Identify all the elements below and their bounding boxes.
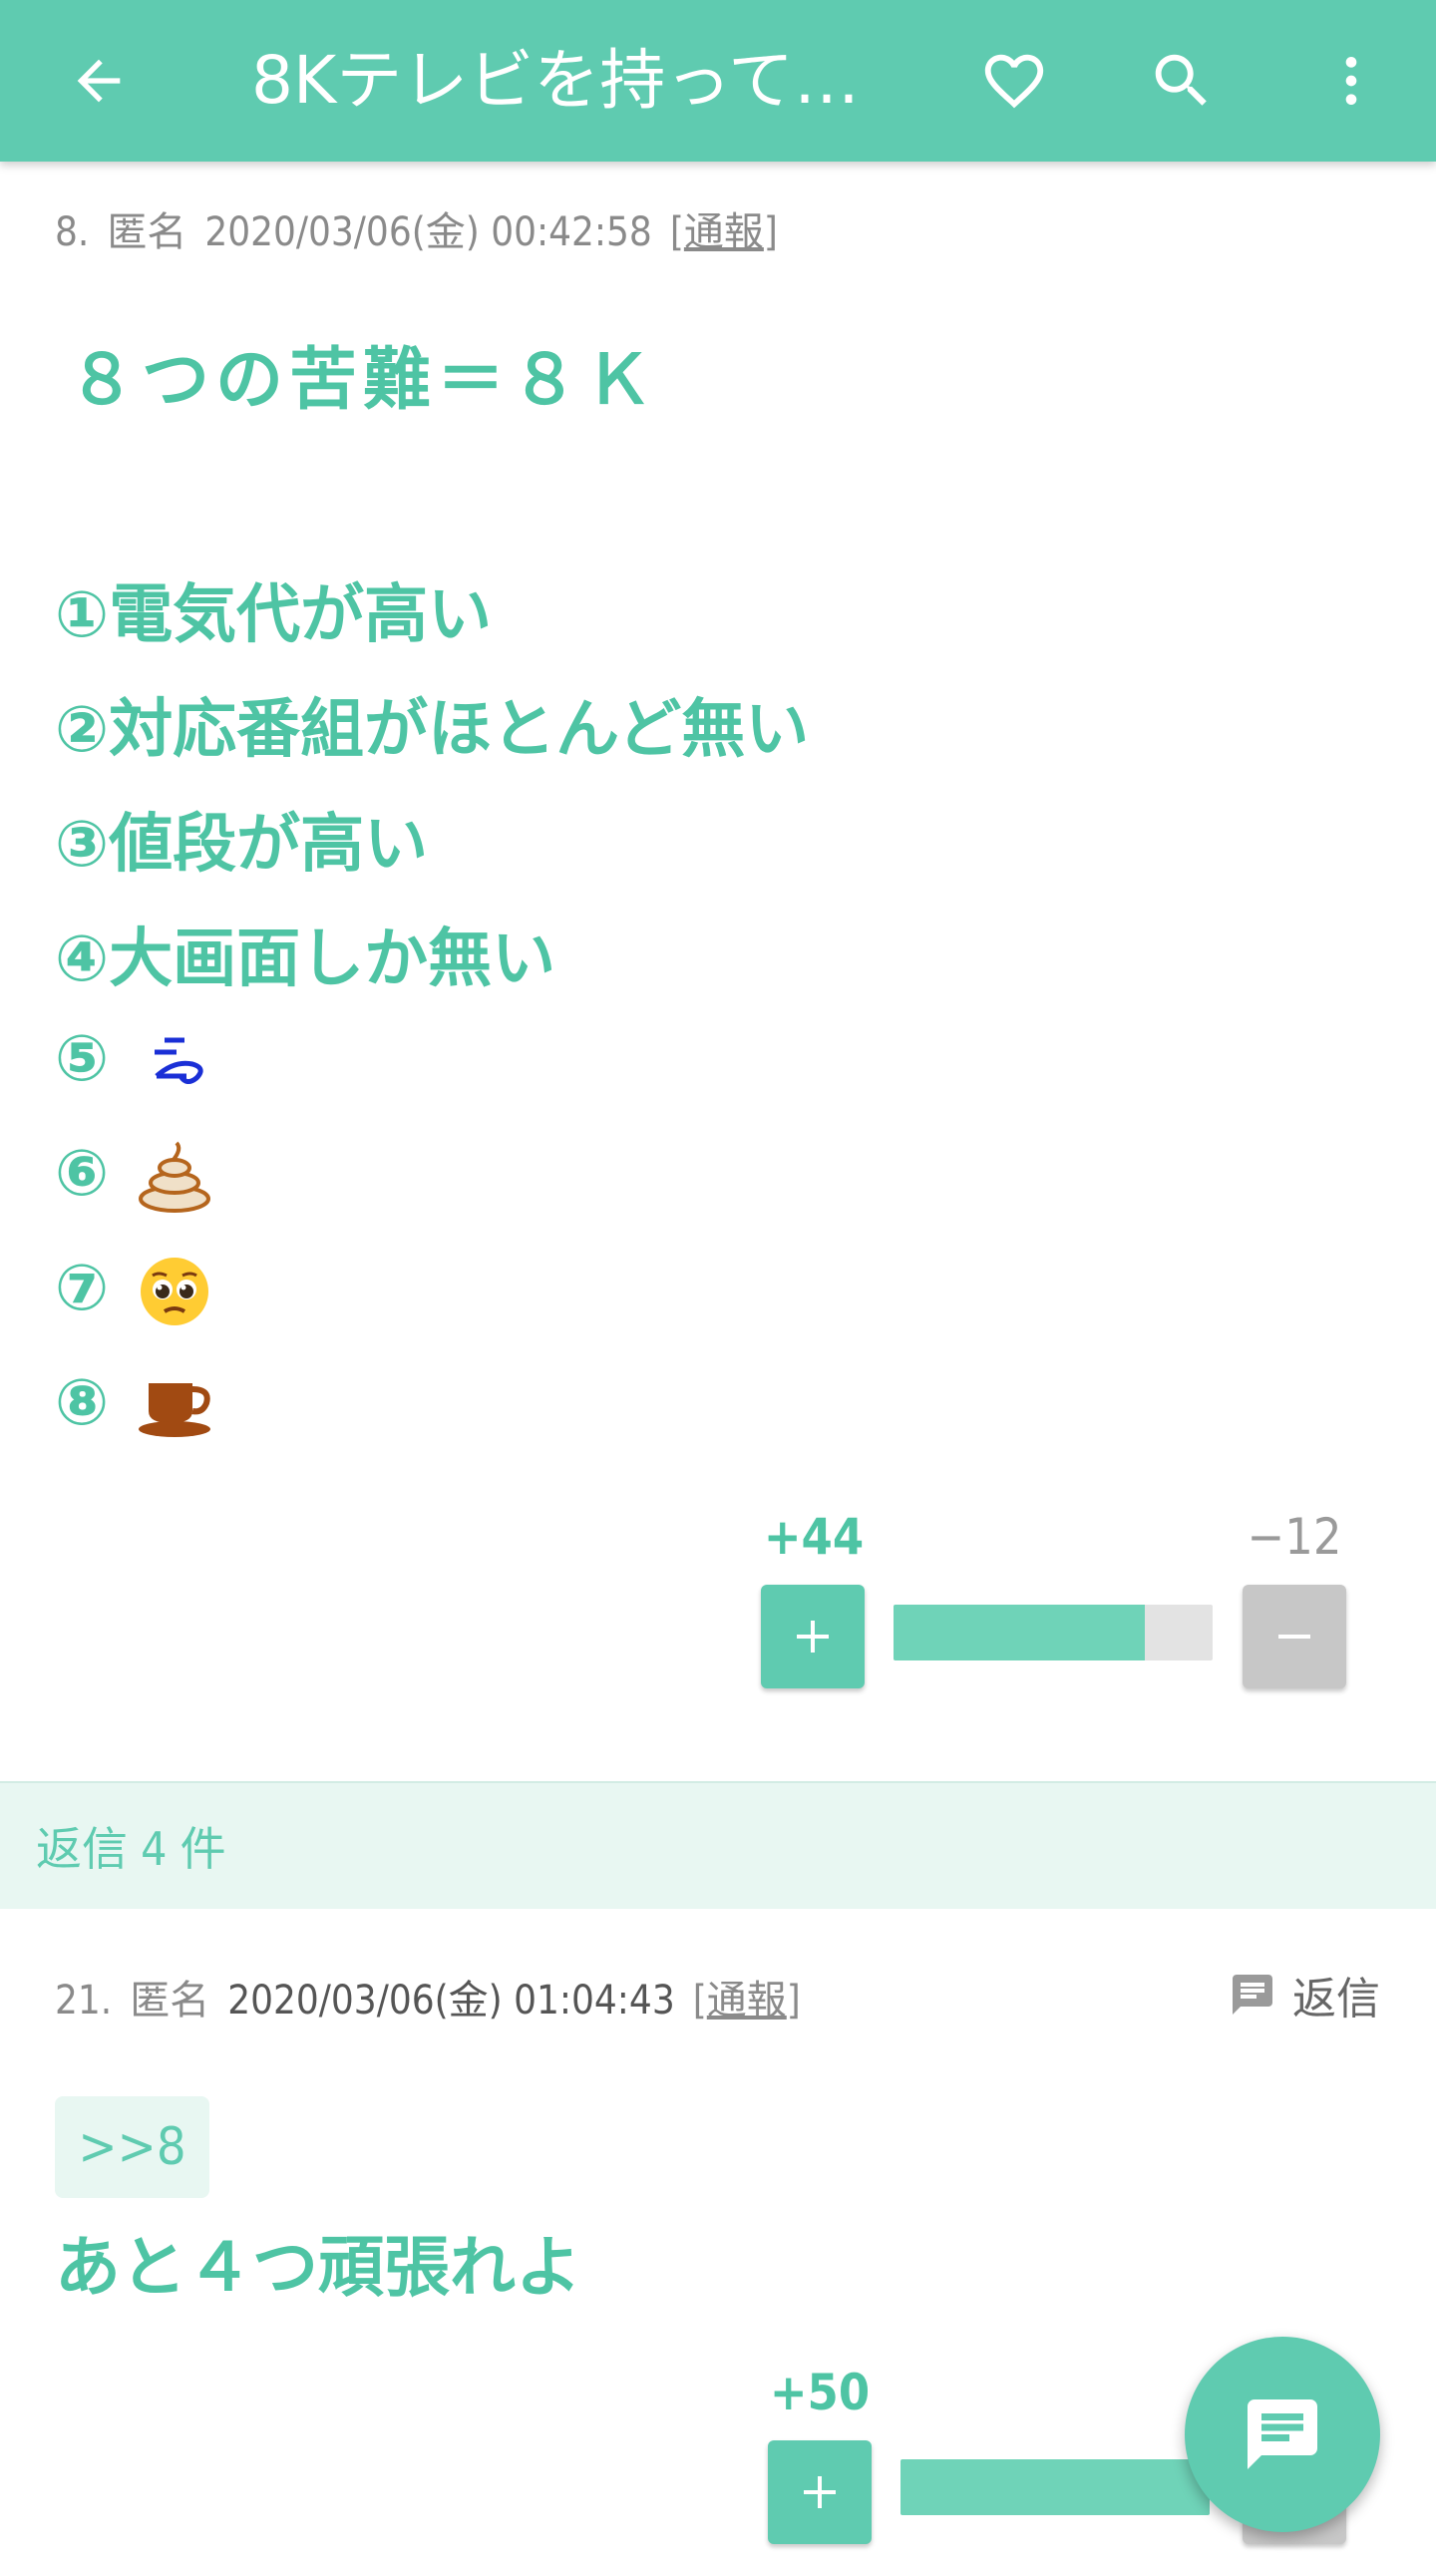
pleading-face-icon (141, 1258, 209, 1326)
app-header: 8Kテレビを持って… (0, 0, 1436, 162)
coffee-cup-icon (139, 1383, 211, 1438)
post-number: 8. (55, 209, 90, 255)
post-line-7: ⑦ (55, 1252, 212, 1329)
post-line-6-label: ⑥ (55, 1137, 110, 1211)
replies-label: 返信 4 件 (36, 1822, 226, 1876)
more-vertical-icon (1345, 57, 1357, 105)
post-line-2: ②対応番組がほとんど無い (55, 693, 810, 767)
reply-button[interactable]: 返信 (1229, 1963, 1380, 2026)
reply-report-link[interactable]: 通報 (707, 1978, 787, 2024)
heart-outline-icon (984, 54, 1044, 109)
plus-count: +44 (763, 1508, 865, 1566)
post-meta: 8. 匿名 2020/03/06(金) 00:42:58 [通報] (55, 199, 796, 257)
reply-vote-ratio-bar (900, 2459, 1210, 2515)
post-line-6: ⑥ (55, 1137, 212, 1215)
page-title: 8Kテレビを持って… (251, 42, 860, 119)
reply-body: あと４つ頑張れよ (55, 2229, 581, 2306)
post-line-8-label: ⑧ (55, 1366, 110, 1440)
minus-count: −12 (1247, 1508, 1342, 1566)
upvote-button[interactable] (761, 1585, 865, 1688)
new-comment-fab[interactable] (1185, 2337, 1380, 2532)
post-line-5: ⑤ (55, 1022, 212, 1096)
post-line-4: ④大画面しか無い (55, 922, 556, 996)
comment-icon (1233, 1975, 1272, 2015)
post-line-1: ①電気代が高い (55, 578, 493, 652)
minus-icon (1278, 1635, 1310, 1639)
favorite-button[interactable] (955, 22, 1073, 140)
post-title: ８つの苦難＝８Ｋ (68, 341, 659, 420)
reply-datetime: 2020/03/06(金) 01:04:43 (227, 1978, 675, 2024)
reply-number: 21. (55, 1978, 113, 2024)
report-bracket-close: ] (763, 209, 778, 255)
reply-label: 返信 (1292, 1974, 1380, 2024)
anchor-link[interactable]: >>8 (55, 2096, 209, 2198)
report-link[interactable]: 通報 (684, 209, 764, 255)
vote-ratio-bar (894, 1605, 1213, 1660)
search-button[interactable] (1123, 22, 1241, 140)
report-bracket-open: [ (692, 1978, 707, 2024)
reply-vote-ratio-fill (900, 2459, 1210, 2515)
reply-meta: 21. 匿名 2020/03/06(金) 01:04:43 [通報] (55, 1968, 819, 2025)
report-bracket-open: [ (669, 209, 684, 255)
more-options-button[interactable] (1292, 22, 1410, 140)
replies-toggle[interactable]: 返信 4 件 (0, 1781, 1436, 1909)
dash-icon (155, 1037, 204, 1085)
arrow-left-icon (77, 59, 121, 103)
back-button[interactable] (40, 22, 158, 140)
reply-author: 匿名 (130, 1978, 210, 2024)
downvote-button[interactable] (1243, 1585, 1346, 1688)
plus-icon (797, 1621, 829, 1653)
comment-icon (1248, 2399, 1317, 2469)
plus-icon (804, 2476, 836, 2508)
vote-ratio-fill (894, 1605, 1145, 1660)
post-author: 匿名 (107, 209, 187, 255)
reply-plus-count: +50 (769, 2364, 871, 2421)
search-icon (1155, 54, 1207, 106)
post-line-3: ③値段が高い (55, 808, 429, 882)
post-datetime: 2020/03/06(金) 00:42:58 (204, 209, 652, 255)
post-line-7-label: ⑦ (55, 1252, 110, 1325)
report-bracket-close: ] (786, 1978, 801, 2024)
reply-upvote-button[interactable] (768, 2440, 872, 2544)
post-line-8: ⑧ (55, 1366, 216, 1441)
post-line-5-label: ⑤ (55, 1022, 110, 1096)
poop-icon (139, 1142, 211, 1214)
